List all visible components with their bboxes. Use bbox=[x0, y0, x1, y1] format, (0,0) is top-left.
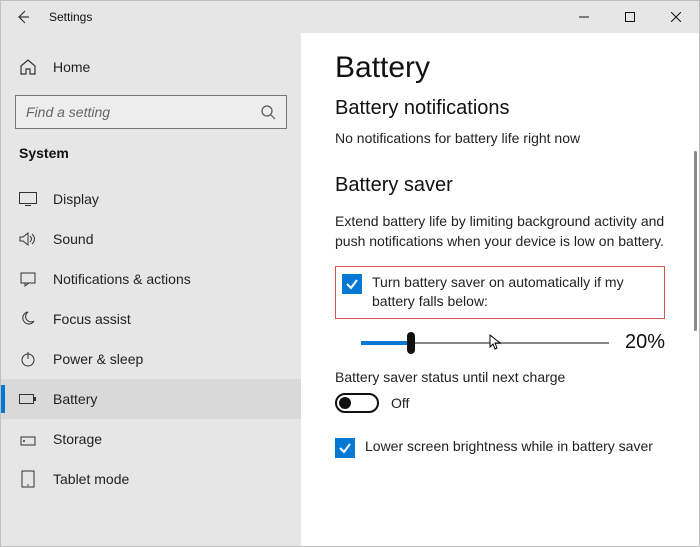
sidebar-item-label: Battery bbox=[53, 391, 97, 407]
saver-status-toggle[interactable] bbox=[335, 393, 379, 413]
notifications-icon bbox=[19, 271, 37, 287]
close-icon bbox=[671, 12, 681, 22]
maximize-button[interactable] bbox=[607, 1, 653, 33]
lower-brightness-label: Lower screen brightness while in battery… bbox=[365, 437, 653, 457]
saver-description: Extend battery life by limiting backgrou… bbox=[335, 211, 665, 252]
nav-list: Display Sound Notifications & actions bbox=[1, 179, 301, 499]
search-input[interactable] bbox=[26, 104, 256, 120]
lower-brightness-checkbox[interactable] bbox=[335, 438, 355, 458]
sound-icon bbox=[19, 231, 37, 247]
sidebar-item-label: Focus assist bbox=[53, 311, 131, 327]
sidebar-item-label: Notifications & actions bbox=[53, 271, 191, 287]
sidebar-item-sound[interactable]: Sound bbox=[1, 219, 301, 259]
sidebar-item-label: Display bbox=[53, 191, 99, 207]
home-button[interactable]: Home bbox=[1, 47, 301, 87]
sidebar-item-power-sleep[interactable]: Power & sleep bbox=[1, 339, 301, 379]
category-label: System bbox=[1, 131, 301, 179]
back-arrow-icon bbox=[15, 9, 31, 25]
titlebar: Settings bbox=[1, 1, 699, 33]
maximize-icon bbox=[625, 12, 635, 22]
section-title-notifications: Battery notifications bbox=[335, 97, 665, 120]
sidebar-item-label: Sound bbox=[53, 231, 93, 247]
cursor-icon bbox=[489, 334, 501, 352]
saver-status-label: Battery saver status until next charge bbox=[335, 369, 665, 385]
no-notifications-text: No notifications for battery life right … bbox=[335, 130, 665, 146]
storage-icon bbox=[19, 431, 37, 447]
sidebar-item-label: Storage bbox=[53, 431, 102, 447]
auto-saver-highlight: Turn battery saver on automatically if m… bbox=[335, 266, 665, 319]
slider-value: 20% bbox=[625, 331, 665, 354]
search-box[interactable] bbox=[15, 95, 287, 129]
search-icon bbox=[260, 104, 276, 120]
minimize-icon bbox=[579, 12, 589, 22]
home-icon bbox=[19, 58, 37, 76]
sidebar-item-storage[interactable]: Storage bbox=[1, 419, 301, 459]
sidebar-item-battery[interactable]: Battery bbox=[1, 379, 301, 419]
content-pane: Battery Battery notifications No notific… bbox=[301, 33, 699, 546]
threshold-slider-row: 20% bbox=[361, 331, 665, 355]
slider-track-fill bbox=[361, 341, 411, 345]
section-title-saver: Battery saver bbox=[335, 174, 665, 197]
sidebar-item-display[interactable]: Display bbox=[1, 179, 301, 219]
power-icon bbox=[19, 351, 37, 367]
tablet-icon bbox=[19, 470, 37, 488]
page-title: Battery bbox=[335, 51, 665, 85]
home-label: Home bbox=[53, 59, 90, 75]
sidebar: Home System Display bbox=[1, 33, 301, 546]
check-icon bbox=[338, 441, 352, 455]
focus-assist-icon bbox=[19, 311, 37, 327]
toggle-state-label: Off bbox=[391, 395, 409, 411]
sidebar-item-label: Power & sleep bbox=[53, 351, 143, 367]
sidebar-item-notifications[interactable]: Notifications & actions bbox=[1, 259, 301, 299]
display-icon bbox=[19, 192, 37, 206]
back-button[interactable] bbox=[1, 1, 45, 33]
settings-window: Settings Home bbox=[0, 0, 700, 547]
window-title: Settings bbox=[45, 1, 561, 33]
scrollbar-thumb[interactable] bbox=[694, 151, 697, 331]
auto-saver-label: Turn battery saver on automatically if m… bbox=[372, 273, 658, 312]
brightness-row: Lower screen brightness while in battery… bbox=[335, 437, 665, 458]
check-icon bbox=[345, 277, 359, 291]
sidebar-item-tablet-mode[interactable]: Tablet mode bbox=[1, 459, 301, 499]
sidebar-item-label: Tablet mode bbox=[53, 471, 129, 487]
battery-icon bbox=[19, 393, 37, 405]
toggle-knob bbox=[339, 397, 351, 409]
slider-thumb[interactable] bbox=[407, 332, 415, 354]
close-button[interactable] bbox=[653, 1, 699, 33]
sidebar-item-focus-assist[interactable]: Focus assist bbox=[1, 299, 301, 339]
window-controls bbox=[561, 1, 699, 33]
minimize-button[interactable] bbox=[561, 1, 607, 33]
auto-saver-checkbox[interactable] bbox=[342, 274, 362, 294]
threshold-slider[interactable] bbox=[361, 331, 609, 355]
